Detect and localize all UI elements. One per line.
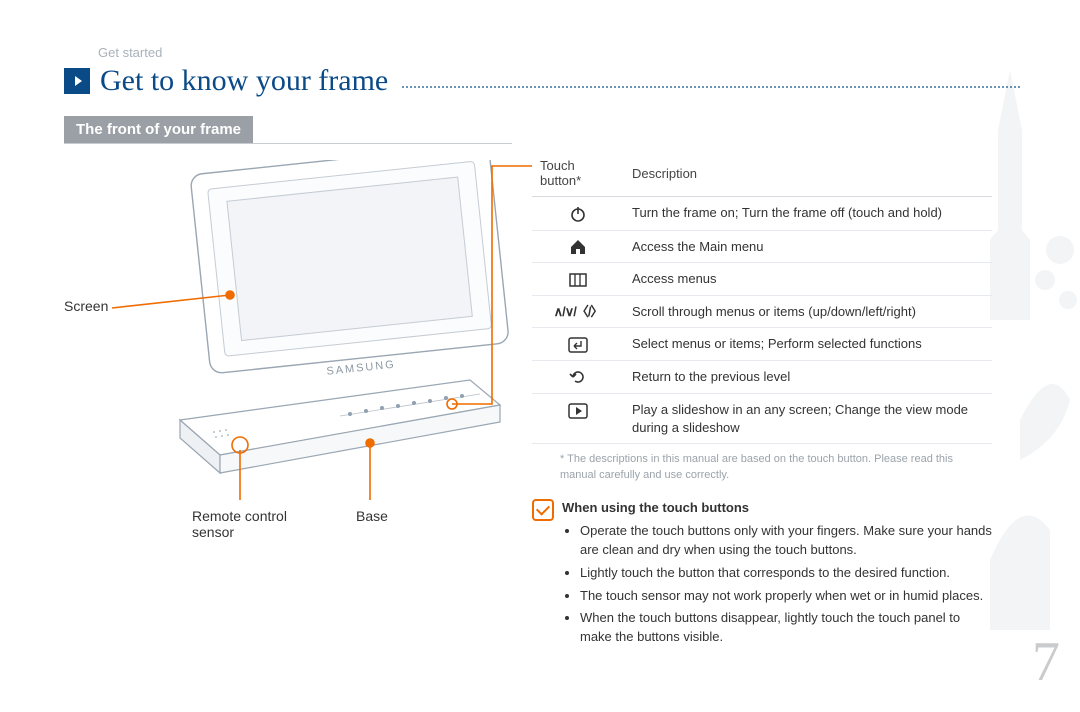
list-item: The touch sensor may not work properly w…: [580, 587, 992, 606]
label-screen: Screen: [64, 298, 108, 314]
table-cell-desc: Access the Main menu: [624, 230, 992, 263]
title-accent-icon: [64, 68, 90, 94]
tips-heading: When using the touch buttons: [562, 499, 992, 518]
table-cell-desc: Access menus: [624, 263, 992, 296]
table-row: Access menus: [532, 263, 992, 296]
list-item: Operate the touch buttons only with your…: [580, 522, 992, 560]
callout-lines: [100, 160, 500, 520]
power-icon: [569, 205, 587, 223]
page-number: 7: [1032, 630, 1060, 694]
table-row: Return to the previous level: [532, 360, 992, 394]
breadcrumb: Get started: [98, 45, 162, 60]
label-remote-sensor: Remote control sensor: [192, 508, 287, 540]
arrows-icon: ∧/∨/〈/〉: [532, 295, 624, 328]
menu-icon: [569, 273, 587, 287]
table-cell-desc: Scroll through menus or items (up/down/l…: [624, 295, 992, 328]
label-base: Base: [356, 508, 388, 524]
table-row: Turn the frame on; Turn the frame off (t…: [532, 197, 992, 231]
home-icon: [569, 239, 587, 255]
list-item: When the touch buttons disappear, lightl…: [580, 609, 992, 647]
table-cell-desc: Select menus or items; Perform selected …: [624, 328, 992, 361]
tips-block: When using the touch buttons Operate the…: [532, 499, 992, 647]
table-row: Play a slideshow in an any screen; Chang…: [532, 394, 992, 444]
page-title: Get to know your frame: [100, 64, 402, 98]
section-underline: [64, 143, 512, 144]
table-header-desc: Description: [624, 152, 992, 197]
table-row: Access the Main menu: [532, 230, 992, 263]
table-footnote: * The descriptions in this manual are ba…: [532, 444, 992, 483]
table-cell-desc: Turn the frame on; Turn the frame off (t…: [624, 197, 992, 231]
table-cell-desc: Play a slideshow in an any screen; Chang…: [624, 394, 992, 444]
check-box-icon: [532, 499, 554, 521]
table-header-button: Touch button*: [532, 152, 624, 197]
list-item: Lightly touch the button that correspond…: [580, 564, 992, 583]
page-title-bar: Get to know your frame: [64, 64, 1020, 98]
table-cell-desc: Return to the previous level: [624, 360, 992, 394]
table-row: Select menus or items; Perform selected …: [532, 328, 992, 361]
product-diagram: SAMSUNG Screen Remote control sensor Bas…: [100, 160, 500, 500]
enter-icon: [568, 337, 588, 353]
title-dotted-rule: [402, 86, 1020, 88]
back-icon: [569, 368, 587, 386]
section-heading: The front of your frame: [64, 116, 253, 143]
table-row: ∧/∨/〈/〉 Scroll through menus or items (u…: [532, 295, 992, 328]
touch-button-table: Touch button* Description Turn the frame…: [532, 152, 992, 444]
play-icon: [568, 403, 588, 419]
